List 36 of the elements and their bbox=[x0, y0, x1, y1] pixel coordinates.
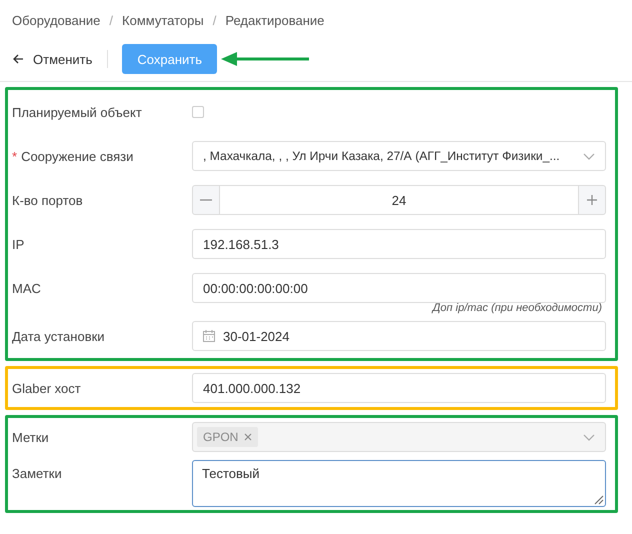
input-field[interactable]: 192.168.51.3 bbox=[192, 229, 606, 259]
increment-button[interactable] bbox=[578, 185, 606, 215]
field-label: К-во портов bbox=[12, 192, 83, 208]
chevron-down-icon bbox=[583, 434, 595, 440]
cancel-button[interactable]: Отменить bbox=[12, 52, 92, 66]
field-label: Заметки bbox=[12, 466, 62, 481]
required-mark: * bbox=[12, 148, 18, 164]
breadcrumb-link[interactable]: Оборудование bbox=[12, 12, 100, 28]
resize-grip-icon bbox=[594, 495, 604, 505]
field-label: Glaber хост bbox=[12, 380, 81, 396]
checkbox[interactable] bbox=[192, 106, 204, 118]
chevron-down-icon bbox=[583, 152, 595, 160]
back-arrow-icon bbox=[12, 53, 24, 65]
calendar-icon bbox=[203, 330, 215, 342]
plus-icon bbox=[587, 195, 597, 205]
input-field[interactable]: 401.000.000.132 bbox=[192, 373, 606, 403]
notes-field[interactable]: Тестовый bbox=[192, 460, 606, 507]
close-icon bbox=[244, 433, 252, 441]
breadcrumb-separator: / bbox=[212, 12, 216, 28]
field-label: Дата установки bbox=[12, 328, 105, 344]
tag-label: GPON bbox=[203, 430, 238, 444]
field-label: IP bbox=[12, 236, 24, 252]
number-field[interactable]: 24 bbox=[220, 185, 578, 215]
breadcrumb-separator: / bbox=[109, 12, 114, 28]
decrement-button[interactable] bbox=[192, 185, 220, 215]
field-label: Сооружение связи bbox=[21, 148, 134, 164]
hint-text: Доп ip/mac (при необходимости) bbox=[430, 302, 603, 316]
select-value: , Махачкала, , , Ул Ирчи Казака, 27/А (АГГ_Институт Физики_... bbox=[203, 149, 560, 163]
input-field[interactable]: 00:00:00:00:00:00 bbox=[192, 273, 606, 303]
select-field[interactable]: , Махачкала, , , Ул Ирчи Казака, 27/А (АГГ_Институт Физики_... bbox=[192, 141, 606, 171]
field-label: MAC bbox=[12, 280, 41, 296]
breadcrumb-link[interactable]: Коммутаторы bbox=[122, 12, 204, 28]
field-label: Планируемый объект bbox=[12, 104, 142, 120]
date-field[interactable]: 30-01-2024 bbox=[192, 321, 606, 351]
field-label: Метки bbox=[12, 430, 49, 444]
breadcrumb-link[interactable]: Редактирование bbox=[225, 12, 324, 28]
